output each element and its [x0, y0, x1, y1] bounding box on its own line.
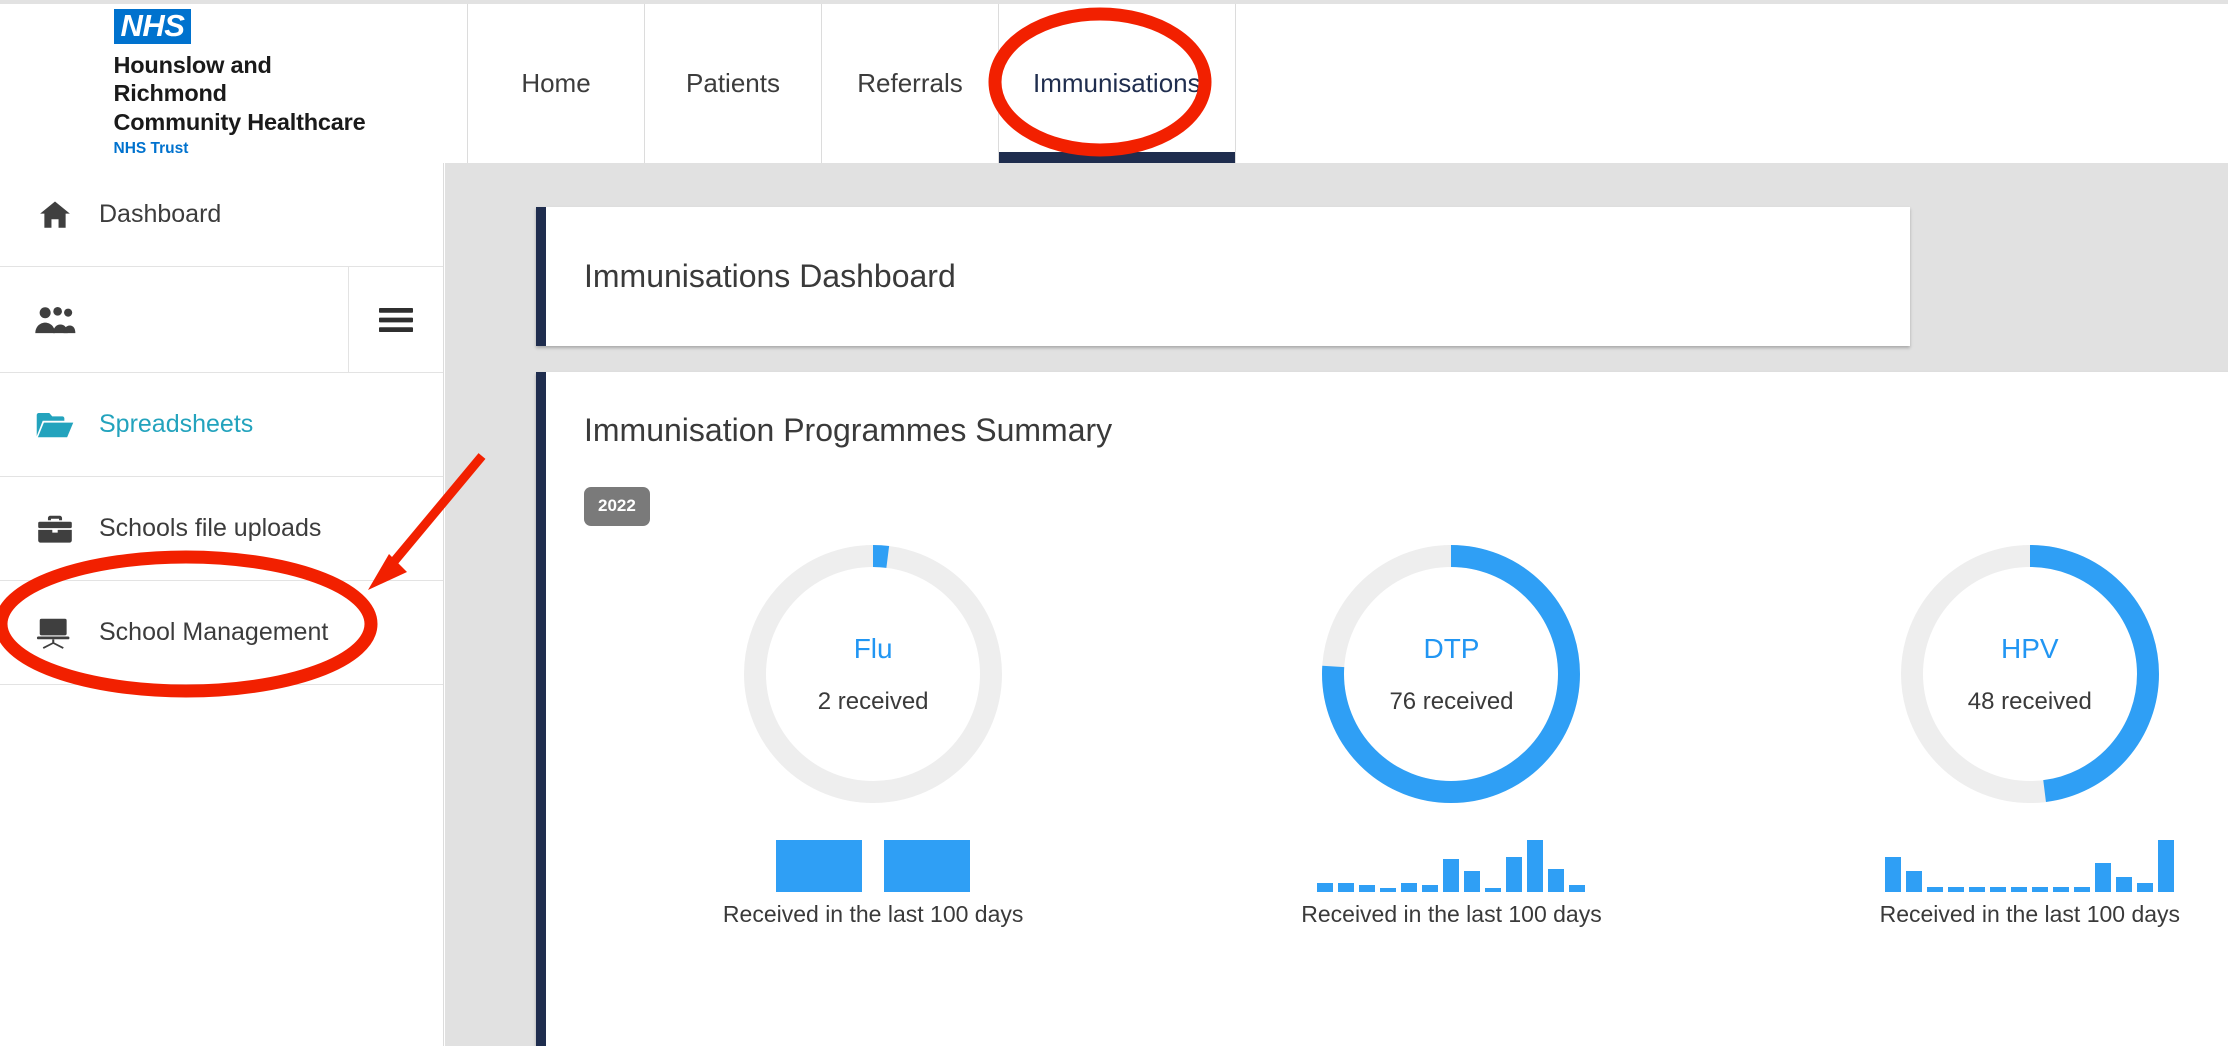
sparkline-bar	[1422, 885, 1439, 892]
programme-hpv: HPV 48 received Received in the last 100…	[1741, 540, 2228, 928]
programmes-row: Flu 2 received Received in the last 100 …	[584, 540, 2228, 928]
left-sidebar: Dashboard Spreadsheets Schools file uplo…	[0, 163, 444, 1046]
sparkline-bar	[2053, 887, 2070, 892]
sidebar-item-label: Schools file uploads	[99, 514, 322, 542]
presentation-screen-icon	[22, 617, 88, 649]
home-icon	[22, 198, 88, 232]
sparkline-bar	[1969, 887, 1986, 892]
brand-name-line-2: Community Healthcare	[113, 108, 366, 135]
sparkline-bar	[1527, 840, 1544, 892]
sparkline-bar	[1338, 883, 1355, 892]
brand-trust-label: NHS Trust	[113, 140, 189, 158]
hpv-count: 48 received	[1967, 687, 2092, 715]
sparkline-bar	[1906, 871, 1923, 892]
sparkline-bar	[884, 840, 971, 892]
programme-dtp: DTP 76 received Received in the last 100…	[1162, 540, 1740, 928]
sparkline-bar	[1317, 883, 1334, 892]
tab-home[interactable]: Home	[468, 4, 645, 163]
flu-donut-chart: Flu 2 received	[739, 540, 1007, 808]
summary-title: Immunisation Programmes Summary	[584, 412, 1113, 448]
sidebar-menu-toggle[interactable]	[348, 267, 443, 372]
sidebar-item-schools-file-uploads[interactable]: Schools file uploads	[0, 477, 443, 581]
dtp-donut-center: DTP 76 received	[1317, 540, 1585, 808]
sparkline-bar	[2095, 863, 2112, 892]
sidebar-item-label: School Management	[99, 618, 329, 646]
dashboard-header-card: Immunisations Dashboard	[536, 207, 1910, 346]
sparkline-bar	[1548, 869, 1565, 892]
hpv-label: HPV	[2001, 632, 2059, 664]
sparkline-bar	[1443, 859, 1460, 892]
sparkline-bar	[2074, 887, 2091, 892]
flu-sparkline-label: Received in the last 100 days	[722, 901, 1024, 927]
dtp-sparkline	[1317, 840, 1586, 892]
sparkline-bar	[2032, 887, 2049, 892]
sparkline-bar	[1990, 887, 2007, 892]
dtp-count: 76 received	[1389, 687, 1514, 715]
tab-referrals[interactable]: Referrals	[822, 4, 999, 163]
sparkline-bar	[1380, 888, 1397, 892]
dtp-sparkline-label: Received in the last 100 days	[1301, 901, 1602, 927]
flu-count: 2 received	[817, 687, 929, 715]
app-root: NHS Hounslow and Richmond Community Heal…	[0, 0, 2228, 1046]
sparkline-bar	[2011, 887, 2028, 892]
top-header: NHS Hounslow and Richmond Community Heal…	[0, 0, 2228, 163]
programme-flu: Flu 2 received Received in the last 100 …	[584, 540, 1162, 928]
hpv-sparkline	[1885, 840, 2175, 892]
sparkline-bar	[1485, 888, 1502, 892]
year-badge[interactable]: 2022	[584, 487, 650, 526]
sparkline-bar	[2116, 877, 2133, 892]
brand-name-line-1: Hounslow and Richmond	[113, 51, 272, 107]
programmes-summary-card: Immunisation Programmes Summary 2022 Flu…	[536, 372, 2228, 1046]
sparkline-bar	[1948, 887, 1965, 892]
main-nav-tabs: Home Patients Referrals Immunisations	[468, 4, 1236, 163]
sparkline-bar	[1464, 871, 1481, 892]
users-icon	[22, 305, 88, 335]
main-content: Immunisations Dashboard Immunisation Pro…	[445, 163, 2228, 1046]
hpv-donut-center: HPV 48 received	[1896, 540, 2164, 808]
sidebar-item-spreadsheets[interactable]: Spreadsheets	[0, 373, 443, 477]
sparkline-bar	[1359, 885, 1376, 892]
sparkline-bar	[2158, 840, 2175, 892]
sparkline-bar	[1927, 887, 1944, 892]
sidebar-item-label: Dashboard	[99, 200, 222, 228]
nhs-logo-mark: NHS	[113, 8, 192, 44]
sidebar-item-dashboard[interactable]: Dashboard	[0, 163, 443, 267]
sparkline-bar	[776, 840, 863, 892]
nhs-brand-logo: NHS Hounslow and Richmond Community Heal…	[0, 4, 468, 163]
dtp-label: DTP	[1423, 632, 1480, 664]
folder-open-icon	[22, 410, 88, 440]
sparkline-bar	[1506, 857, 1523, 892]
sidebar-item-users[interactable]	[0, 267, 443, 373]
hpv-donut-chart: HPV 48 received	[1896, 540, 2164, 808]
hamburger-icon	[379, 307, 413, 333]
sparkline-bar	[1885, 857, 1902, 892]
briefcase-icon	[22, 514, 88, 544]
sidebar-empty-space	[0, 685, 443, 1046]
dtp-donut-chart: DTP 76 received	[1317, 540, 1585, 808]
flu-sparkline	[776, 840, 971, 892]
flu-donut-center: Flu 2 received	[739, 540, 1007, 808]
tab-patients[interactable]: Patients	[645, 4, 822, 163]
sidebar-item-school-management[interactable]: School Management	[0, 581, 443, 685]
page-title: Immunisations Dashboard	[584, 258, 956, 294]
sparkline-bar	[2137, 883, 2154, 892]
hpv-sparkline-label: Received in the last 100 days	[1879, 901, 2181, 927]
sparkline-bar	[1569, 885, 1586, 892]
sidebar-item-label: Spreadsheets	[99, 410, 254, 438]
flu-label: Flu	[853, 632, 893, 664]
tab-immunisations[interactable]: Immunisations	[999, 4, 1236, 163]
sparkline-bar	[1401, 883, 1418, 892]
